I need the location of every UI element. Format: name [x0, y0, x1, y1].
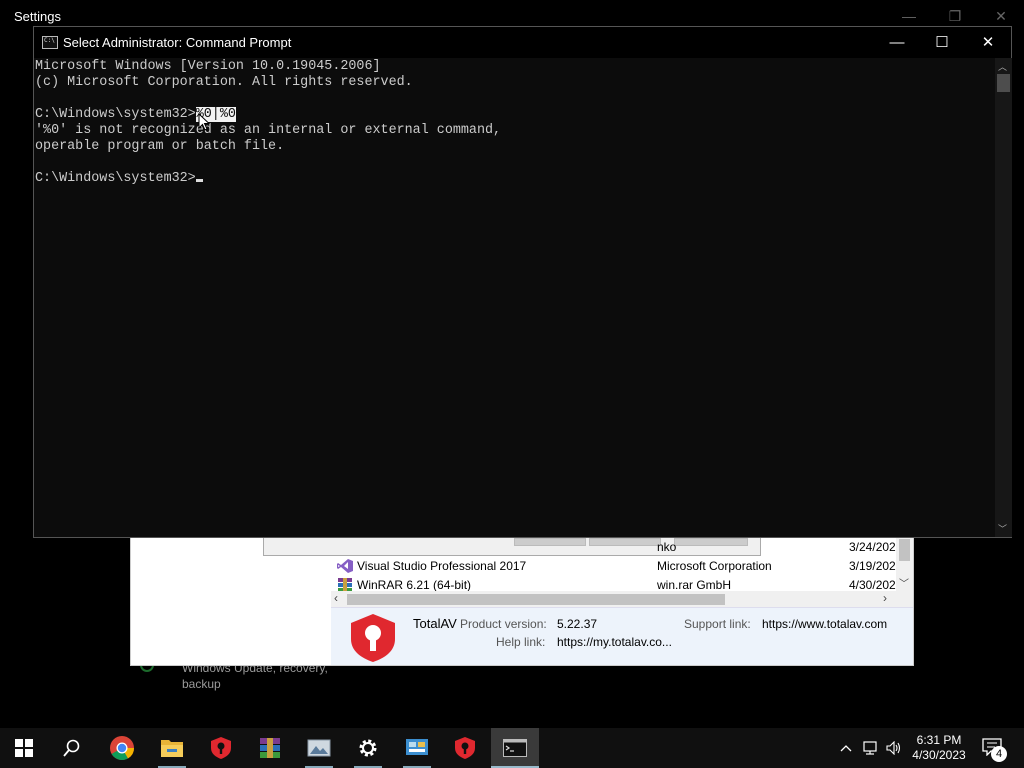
program-name: Visual Studio Professional 2017	[357, 559, 527, 573]
console-line-input[interactable]: C:\Windows\system32>	[35, 171, 996, 187]
cmd-app-icon[interactable]	[42, 36, 58, 49]
program-date: 4/30/2023	[849, 578, 903, 592]
console-line-command: C:\Windows\system32>%0|%0	[35, 107, 996, 123]
list-item[interactable]: nko 3/24/2023	[331, 538, 903, 556]
taskbar-clock[interactable]: 6:31 PM 4/30/2023	[905, 733, 973, 763]
totalav-shield-icon	[211, 737, 231, 759]
taskbar: 6:31 PM 4/30/2023 4	[0, 728, 1024, 768]
visual-studio-icon	[337, 559, 353, 573]
details-help-label: Help link:	[496, 635, 546, 649]
clock-date: 4/30/2023	[912, 748, 966, 762]
program-publisher: Microsoft Corporation	[657, 559, 772, 573]
command-prompt-window: Select Administrator: Command Prompt — ☐…	[33, 26, 1012, 538]
taskbar-control-panel[interactable]	[393, 728, 441, 768]
scrollbar-thumb[interactable]	[899, 539, 910, 561]
cmd-vertical-scrollbar[interactable]: ︿ ﹀	[995, 58, 1012, 537]
scrollbar-thumb[interactable]	[997, 74, 1010, 92]
program-date: 3/24/2023	[849, 540, 903, 554]
console-line: '%0' is not recognized as an internal or…	[35, 123, 502, 138]
taskbar-totalav-2[interactable]	[441, 728, 489, 768]
program-publisher: win.rar GmbH	[657, 578, 732, 592]
cmd-window-title: Select Administrator: Command Prompt	[63, 35, 292, 50]
scroll-down-icon[interactable]: ﹀	[899, 575, 909, 590]
details-support-label: Support link:	[684, 617, 751, 631]
cmd-titlebar[interactable]: Select Administrator: Command Prompt — ☐…	[34, 27, 1011, 58]
clock-time: 6:31 PM	[916, 733, 962, 747]
start-button[interactable]	[0, 728, 48, 768]
console-line: Microsoft Windows [Version 10.0.19045.20…	[35, 59, 381, 74]
folder-icon	[161, 740, 183, 757]
console-prompt: C:\Windows\system32>	[35, 171, 196, 186]
taskbar-command-prompt[interactable]	[491, 728, 539, 768]
speaker-icon	[886, 741, 901, 755]
scroll-left-icon[interactable]: ‹	[334, 591, 338, 605]
taskbar-settings[interactable]	[344, 728, 392, 768]
programs-list: nko 3/24/2023 Visual Studio Professional…	[331, 538, 903, 592]
details-version-label: Product version:	[460, 617, 547, 631]
settings-restore-button[interactable]: ❐	[940, 6, 970, 26]
details-help-link[interactable]: https://my.totalav.co...	[557, 635, 672, 649]
network-button[interactable]	[860, 728, 882, 768]
close-button[interactable]: ✕	[965, 27, 1011, 58]
settings-minimize-button[interactable]: —	[894, 6, 924, 26]
action-center-button[interactable]: 4	[980, 734, 1010, 762]
taskbar-totalav[interactable]	[197, 728, 245, 768]
console-prompt: C:\Windows\system32>	[35, 107, 196, 122]
winrar-icon	[338, 578, 352, 592]
photo-viewer-icon	[307, 739, 331, 757]
taskbar-chrome[interactable]	[98, 728, 146, 768]
scrollbar-thumb[interactable]	[347, 594, 725, 605]
windows-logo-icon	[15, 739, 33, 757]
notification-count-badge: 4	[991, 746, 1007, 762]
totalav-shield-icon	[455, 737, 475, 759]
taskbar-file-explorer[interactable]	[148, 728, 196, 768]
settings-nav-text-2: backup	[182, 677, 221, 691]
maximize-button[interactable]: ☐	[919, 27, 965, 58]
program-date: 3/19/2023	[849, 559, 903, 573]
details-version-value: 5.22.37	[557, 617, 598, 631]
totalav-shield-icon	[351, 614, 395, 662]
text-cursor	[195, 179, 203, 182]
minimize-button[interactable]: —	[874, 27, 920, 58]
details-support-link[interactable]: https://www.totalav.com	[762, 617, 887, 631]
command-prompt-icon	[503, 739, 527, 757]
program-publisher: nko	[657, 540, 677, 554]
search-button[interactable]	[48, 728, 96, 768]
search-icon	[63, 739, 80, 757]
scroll-down-icon[interactable]: ﹀	[998, 522, 1007, 535]
network-icon	[863, 741, 877, 755]
taskbar-winrar[interactable]	[246, 728, 294, 768]
cmd-console-output[interactable]: Microsoft Windows [Version 10.0.19045.20…	[34, 58, 996, 537]
details-product-name: TotalAV	[413, 616, 457, 631]
taskbar-photo-viewer[interactable]	[295, 728, 343, 768]
console-line: (c) Microsoft Corporation. All rights re…	[35, 75, 413, 90]
settings-close-button[interactable]: ✕	[986, 6, 1016, 26]
control-panel-icon	[406, 739, 428, 755]
program-name: WinRAR 6.21 (64-bit)	[357, 578, 472, 592]
scroll-up-icon[interactable]: ︿	[998, 60, 1007, 73]
console-line: operable program or batch file.	[35, 139, 285, 154]
programs-horizontal-scrollbar[interactable]: ‹ ›	[331, 591, 913, 607]
settings-title: Settings	[14, 9, 61, 24]
scroll-right-icon[interactable]: ›	[883, 591, 887, 605]
mouse-pointer-icon	[198, 113, 210, 131]
gear-icon	[359, 739, 377, 757]
programs-vertical-scrollbar[interactable]: ﹀	[896, 537, 913, 591]
list-item[interactable]: Visual Studio Professional 2017 Microsof…	[331, 557, 903, 575]
desktop: Settings — ❐ ✕ Windows Update, recovery,…	[0, 0, 1024, 768]
volume-button[interactable]	[884, 728, 904, 768]
chevron-up-icon	[840, 745, 852, 752]
program-details-pane: TotalAV Product version: 5.22.37 Support…	[331, 607, 913, 665]
winrar-icon	[260, 738, 280, 758]
chrome-icon	[110, 736, 134, 761]
show-hidden-icons-button[interactable]	[836, 728, 856, 768]
